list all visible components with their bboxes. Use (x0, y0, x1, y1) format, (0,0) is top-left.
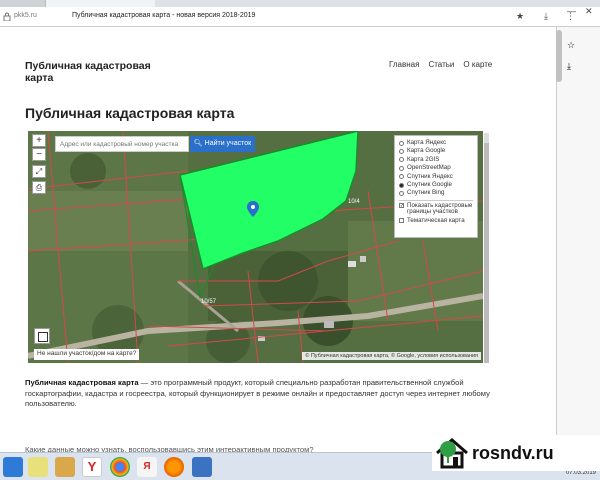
word-icon[interactable] (192, 457, 212, 477)
radio-icon (399, 157, 404, 163)
layer-label: Спутник Google (407, 180, 452, 188)
download-icon[interactable]: ⤓ (544, 11, 548, 22)
overlay-option-boundaries[interactable]: ✓ Показать кадастровые границы участков (399, 201, 473, 217)
divider (399, 199, 473, 201)
map-attribution[interactable]: © Публичная кадастровая карта, © Google,… (302, 352, 481, 360)
house-logo-icon (436, 438, 468, 469)
bookmark-star-icon[interactable]: ★ (516, 11, 524, 22)
layer-label: Карта 2GIS (407, 155, 440, 163)
search-input[interactable] (55, 136, 189, 152)
layer-label: Карта Яндекс (407, 139, 447, 146)
layer-option-google-map[interactable]: Карта Google (399, 147, 473, 155)
checkbox-checked-icon: ✓ (399, 202, 405, 209)
parcel-number-label: 10/57 (201, 299, 217, 305)
layer-label: Карта Google (407, 147, 446, 155)
find-parcel-button-label: Найти участок (204, 140, 252, 147)
fullscreen-icon[interactable]: ⤢ (32, 165, 46, 178)
overlay-option-thematic[interactable]: Тематическая карта (399, 217, 473, 225)
radio-icon (399, 140, 404, 146)
intro-paragraph: Публичная кадастровая карта — это програ… (25, 378, 495, 410)
yandex-icon[interactable]: Я (137, 457, 157, 477)
side-window: — ✕ ☆ ⤓ (556, 6, 600, 447)
layer-option-osm[interactable]: OpenStreetMap (399, 164, 473, 172)
radio-icon (399, 165, 404, 171)
nav-item-home[interactable]: Главная (389, 60, 419, 69)
download-icon[interactable]: ⤓ (567, 61, 571, 72)
watermark: rosndv.ru (432, 435, 600, 471)
site-title[interactable]: Публичная кадастровая карта (25, 60, 175, 84)
nav-item-about[interactable]: О карте (463, 60, 492, 69)
yandex-browser-icon[interactable]: Y (82, 457, 102, 477)
url-page-title[interactable]: Публичная кадастровая карта - новая верс… (72, 12, 255, 19)
watermark-text: rosndv.ru (472, 442, 554, 463)
minimize-icon[interactable]: — (567, 6, 576, 16)
address-bar[interactable]: pkk5.ru Публичная кадастровая карта - но… (0, 7, 600, 27)
parcel-number-label: 10/4 (348, 199, 360, 205)
nav-item-articles[interactable]: Статьи (428, 60, 454, 69)
layer-label: Спутник Bing (407, 189, 445, 197)
select-area-button[interactable] (34, 328, 50, 344)
print-icon[interactable]: ⎙ (32, 181, 46, 194)
start-icon[interactable] (3, 457, 23, 477)
browser-tab-strip (0, 0, 600, 7)
layer-option-yandex-map[interactable]: Карта Яндекс (399, 139, 473, 147)
find-parcel-button[interactable]: 🔍︎ Найти участок (190, 136, 255, 152)
folder-icon[interactable] (55, 457, 75, 477)
layer-option-bing-satellite[interactable]: Спутник Bing (399, 189, 473, 197)
firefox-icon[interactable] (164, 457, 184, 477)
zoom-controls: + − (32, 134, 46, 162)
layer-option-2gis-map[interactable]: Карта 2GIS (399, 156, 473, 164)
radio-icon (399, 191, 404, 197)
overlay-label: Показать кадастровые границы участков (407, 201, 473, 216)
intro-bold-lead: Публичная кадастровая карта (25, 378, 139, 387)
close-icon[interactable]: ✕ (585, 6, 593, 17)
layer-selector: Карта Яндекс Карта Google Карта 2GIS Ope… (394, 135, 478, 238)
main-nav: Главная Статьи О карте (389, 60, 492, 69)
zoom-in-button[interactable]: + (32, 134, 46, 147)
help-link[interactable]: Не нашли участок/дом на карте? (34, 349, 140, 360)
bookmark-star-icon[interactable]: ☆ (567, 40, 575, 51)
layer-option-google-satellite[interactable]: Спутник Google (399, 181, 473, 189)
layer-label: Спутник Яндекс (407, 172, 453, 180)
chrome-icon[interactable] (110, 457, 130, 477)
radio-selected-icon (399, 182, 404, 188)
overlay-label: Тематическая карта (407, 216, 465, 224)
lock-icon (3, 12, 11, 21)
zoom-out-button[interactable]: − (32, 148, 46, 161)
map-scrollbar[interactable] (484, 133, 489, 363)
radio-icon (399, 174, 404, 180)
radio-icon (399, 149, 404, 155)
page-scrollbar[interactable] (556, 30, 562, 82)
layer-option-yandex-satellite[interactable]: Спутник Яндекс (399, 173, 473, 181)
search-icon: 🔍︎ (193, 140, 203, 147)
checkbox-icon (399, 218, 404, 224)
url-domain[interactable]: pkk5.ru (14, 12, 37, 19)
page-title: Публичная кадастровая карта (25, 105, 235, 121)
map-scrollbar-thumb[interactable] (484, 143, 489, 363)
browser-tab-active[interactable] (45, 0, 155, 7)
layer-label: OpenStreetMap (407, 164, 451, 172)
cadastral-map[interactable]: + − ⤢ ⎙ 🔍︎ Найти участок 10/57 10/4 Карт… (28, 131, 483, 363)
explorer-icon[interactable] (28, 457, 48, 477)
